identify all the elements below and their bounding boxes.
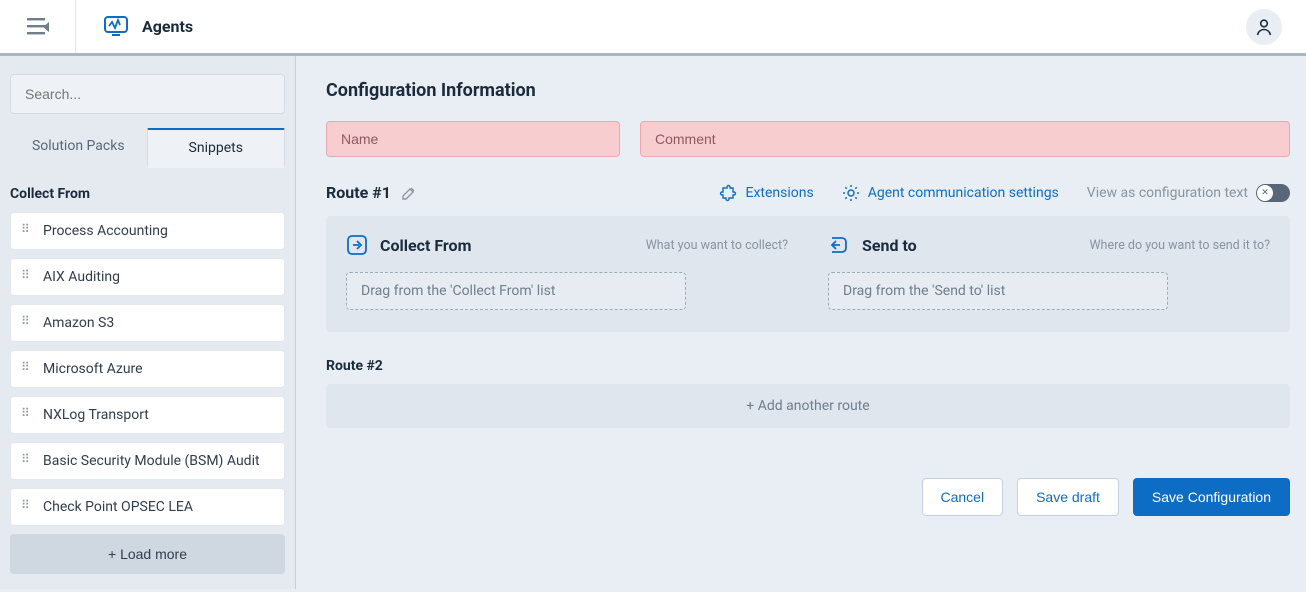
list-item-label: AIX Auditing — [43, 269, 120, 285]
page-title: Agents — [142, 17, 193, 36]
view-as-toggle[interactable] — [1256, 184, 1290, 202]
edit-route-icon[interactable] — [401, 185, 417, 201]
list-item[interactable]: NXLog Transport — [10, 396, 285, 434]
puzzle-icon — [719, 184, 737, 202]
collect-sub: What you want to collect? — [646, 238, 788, 253]
tab-snippets[interactable]: Snippets — [147, 128, 286, 168]
main-panel: Configuration Information Route #1 Exten… — [296, 56, 1306, 589]
agent-comm-link[interactable]: Agent communication settings — [842, 184, 1059, 202]
drag-handle-icon — [23, 364, 33, 374]
add-route-button[interactable]: + Add another route — [326, 384, 1290, 428]
collect-from-list: Process Accounting AIX Auditing Amazon S… — [0, 212, 295, 526]
tab-solution-packs[interactable]: Solution Packs — [10, 128, 147, 168]
send-icon — [828, 234, 850, 256]
list-item[interactable]: AIX Auditing — [10, 258, 285, 296]
drag-handle-icon — [23, 226, 33, 236]
list-item-label: Check Point OPSEC LEA — [43, 499, 193, 515]
list-item-label: Microsoft Azure — [43, 361, 143, 377]
comment-input[interactable] — [640, 121, 1290, 157]
route2-title: Route #2 — [326, 358, 1290, 374]
send-sub: Where do you want to send it to? — [1089, 238, 1270, 253]
drag-handle-icon — [23, 410, 33, 420]
list-item[interactable]: Amazon S3 — [10, 304, 285, 342]
drag-handle-icon — [23, 456, 33, 466]
list-item[interactable]: Microsoft Azure — [10, 350, 285, 388]
list-item-label: NXLog Transport — [43, 407, 149, 423]
extensions-link[interactable]: Extensions — [719, 184, 813, 202]
cancel-button[interactable]: Cancel — [922, 478, 1004, 516]
list-item[interactable]: Process Accounting — [10, 212, 285, 250]
collect-icon — [346, 234, 368, 256]
list-item[interactable]: Check Point OPSEC LEA — [10, 488, 285, 526]
list-item-label: Amazon S3 — [43, 315, 114, 331]
config-title: Configuration Information — [326, 80, 1290, 101]
sidebar: Solution Packs Snippets Collect From Pro… — [0, 56, 296, 589]
load-more-button[interactable]: + Load more — [10, 534, 285, 574]
drag-handle-icon — [23, 272, 33, 282]
send-title: Send to — [862, 236, 917, 255]
send-dropzone[interactable]: Drag from the 'Send to' list — [828, 272, 1168, 310]
list-item[interactable]: Basic Security Module (BSM) Audit — [10, 442, 285, 480]
list-item-label: Basic Security Module (BSM) Audit — [43, 453, 260, 469]
menu-icon — [27, 18, 49, 36]
extensions-label: Extensions — [745, 185, 813, 201]
list-item-label: Process Accounting — [43, 223, 168, 239]
save-draft-button[interactable]: Save draft — [1017, 478, 1119, 516]
collect-dropzone[interactable]: Drag from the 'Collect From' list — [346, 272, 686, 310]
collect-from-label: Collect From — [0, 168, 295, 212]
agents-icon — [104, 16, 128, 38]
save-config-button[interactable]: Save Configuration — [1133, 478, 1290, 516]
drag-handle-icon — [23, 502, 33, 512]
user-icon — [1255, 18, 1273, 36]
drag-handle-icon — [23, 318, 33, 328]
search-input[interactable] — [10, 74, 285, 114]
collect-title: Collect From — [380, 236, 471, 255]
gear-icon — [842, 184, 860, 202]
route1-title: Route #1 — [326, 183, 391, 202]
app-header: Agents — [0, 0, 1306, 56]
agent-comm-label: Agent communication settings — [868, 185, 1059, 201]
avatar[interactable] — [1246, 9, 1282, 45]
name-input[interactable] — [326, 121, 620, 157]
route1-box: Collect From What you want to collect? D… — [326, 216, 1290, 332]
view-as-label: View as configuration text — [1087, 185, 1248, 201]
menu-button[interactable] — [0, 0, 76, 53]
